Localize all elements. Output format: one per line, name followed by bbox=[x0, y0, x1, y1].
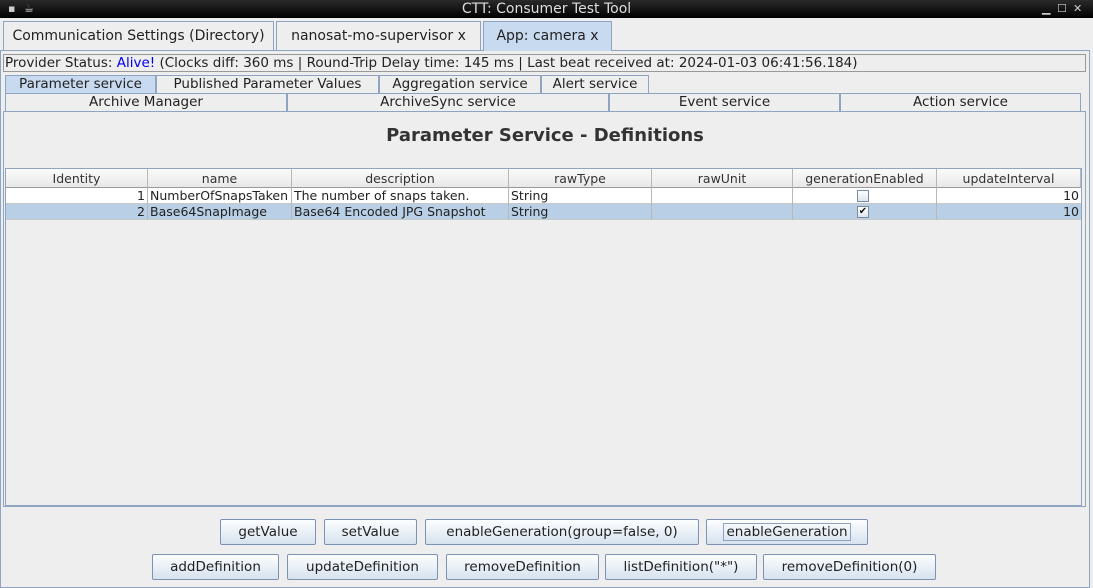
cell-description: Base64 Encoded JPG Snapshot bbox=[292, 204, 509, 220]
cell-generationenabled bbox=[793, 188, 937, 204]
remove-definition-zero-button[interactable]: removeDefinition(0) bbox=[763, 554, 936, 580]
update-definition-button[interactable]: updateDefinition bbox=[287, 554, 438, 580]
tab-communication-settings[interactable]: Communication Settings (Directory) bbox=[3, 21, 274, 50]
cell-name: Base64SnapImage bbox=[148, 204, 292, 220]
cell-updateinterval: 10 bbox=[1063, 188, 1079, 203]
generation-enabled-checkbox[interactable] bbox=[857, 190, 869, 202]
java-app-icon: ☕ bbox=[24, 2, 34, 15]
window-menu-icon[interactable]: ▪ bbox=[8, 2, 15, 16]
list-definition-button[interactable]: listDefinition("*") bbox=[605, 554, 757, 580]
status-prefix: Provider Status: bbox=[5, 55, 117, 71]
add-definition-button[interactable]: addDefinition bbox=[152, 554, 279, 580]
enable-generation-button[interactable]: enableGeneration bbox=[706, 519, 868, 545]
remove-definition-button[interactable]: removeDefinition bbox=[446, 554, 599, 580]
column-header-generationenabled[interactable]: generationEnabled bbox=[793, 169, 937, 188]
table-row[interactable]: 1 NumberOfSnapsTaken The number of snaps… bbox=[6, 188, 1081, 204]
cell-rawunit bbox=[652, 204, 793, 220]
cell-generationenabled: ✔ bbox=[793, 204, 937, 220]
column-header-description[interactable]: description bbox=[292, 169, 509, 188]
cell-description: The number of snaps taken. bbox=[292, 188, 509, 204]
window-title-bar: CTT: Consumer Test Tool bbox=[0, 0, 1093, 18]
tab-action-service[interactable]: Action service bbox=[840, 93, 1081, 111]
column-header-identity[interactable]: Identity bbox=[6, 169, 148, 188]
enable-generation-label: enableGeneration bbox=[723, 523, 851, 541]
cell-rawtype: String bbox=[509, 204, 652, 220]
definitions-table[interactable]: Identity name description rawType rawUni… bbox=[5, 168, 1082, 506]
provider-status-bar: Provider Status: Alive! (Clocks diff: 36… bbox=[3, 54, 1086, 72]
tab-nanosat-mo-supervisor[interactable]: nanosat-mo-supervisor x bbox=[276, 21, 481, 50]
tab-alert-service[interactable]: Alert service bbox=[541, 75, 649, 93]
tab-app-camera[interactable]: App: camera x bbox=[483, 21, 612, 51]
panel-title: Parameter Service - Definitions bbox=[386, 125, 704, 146]
tab-parameter-service[interactable]: Parameter service bbox=[5, 75, 156, 93]
table-row[interactable]: 2 Base64SnapImage Base64 Encoded JPG Sna… bbox=[6, 204, 1081, 220]
maximize-icon[interactable]: ☐ bbox=[1057, 2, 1067, 16]
tab-aggregation-service[interactable]: Aggregation service bbox=[379, 75, 541, 93]
set-value-button[interactable]: setValue bbox=[324, 519, 417, 545]
status-state: Alive! bbox=[116, 55, 156, 71]
check-icon: ✔ bbox=[858, 206, 868, 217]
tab-published-parameter-values[interactable]: Published Parameter Values bbox=[156, 75, 379, 93]
cell-rawtype: String bbox=[509, 188, 652, 204]
tab-event-service[interactable]: Event service bbox=[609, 93, 840, 111]
column-header-rawtype[interactable]: rawType bbox=[509, 169, 652, 188]
generation-enabled-checkbox[interactable]: ✔ bbox=[857, 206, 869, 218]
tab-archivesync-service[interactable]: ArchiveSync service bbox=[287, 93, 609, 111]
minimize-icon[interactable]: ▁ bbox=[1042, 2, 1050, 16]
cell-updateinterval: 10 bbox=[1063, 204, 1079, 219]
column-header-name[interactable]: name bbox=[148, 169, 292, 188]
status-details: (Clocks diff: 360 ms | Round-Trip Delay … bbox=[155, 55, 858, 71]
column-header-updateinterval[interactable]: updateInterval bbox=[937, 169, 1081, 188]
tab-archive-manager[interactable]: Archive Manager bbox=[5, 93, 287, 111]
close-icon[interactable]: ✕ bbox=[1073, 2, 1082, 16]
get-value-button[interactable]: getValue bbox=[220, 519, 316, 545]
cell-identity: 2 bbox=[6, 204, 148, 220]
window-title: CTT: Consumer Test Tool bbox=[461, 1, 632, 17]
cell-identity: 1 bbox=[6, 188, 148, 204]
cell-name: NumberOfSnapsTaken bbox=[148, 188, 292, 204]
column-header-rawunit[interactable]: rawUnit bbox=[652, 169, 793, 188]
enable-generation-group-button[interactable]: enableGeneration(group=false, 0) bbox=[425, 519, 699, 545]
cell-rawunit bbox=[652, 188, 793, 204]
